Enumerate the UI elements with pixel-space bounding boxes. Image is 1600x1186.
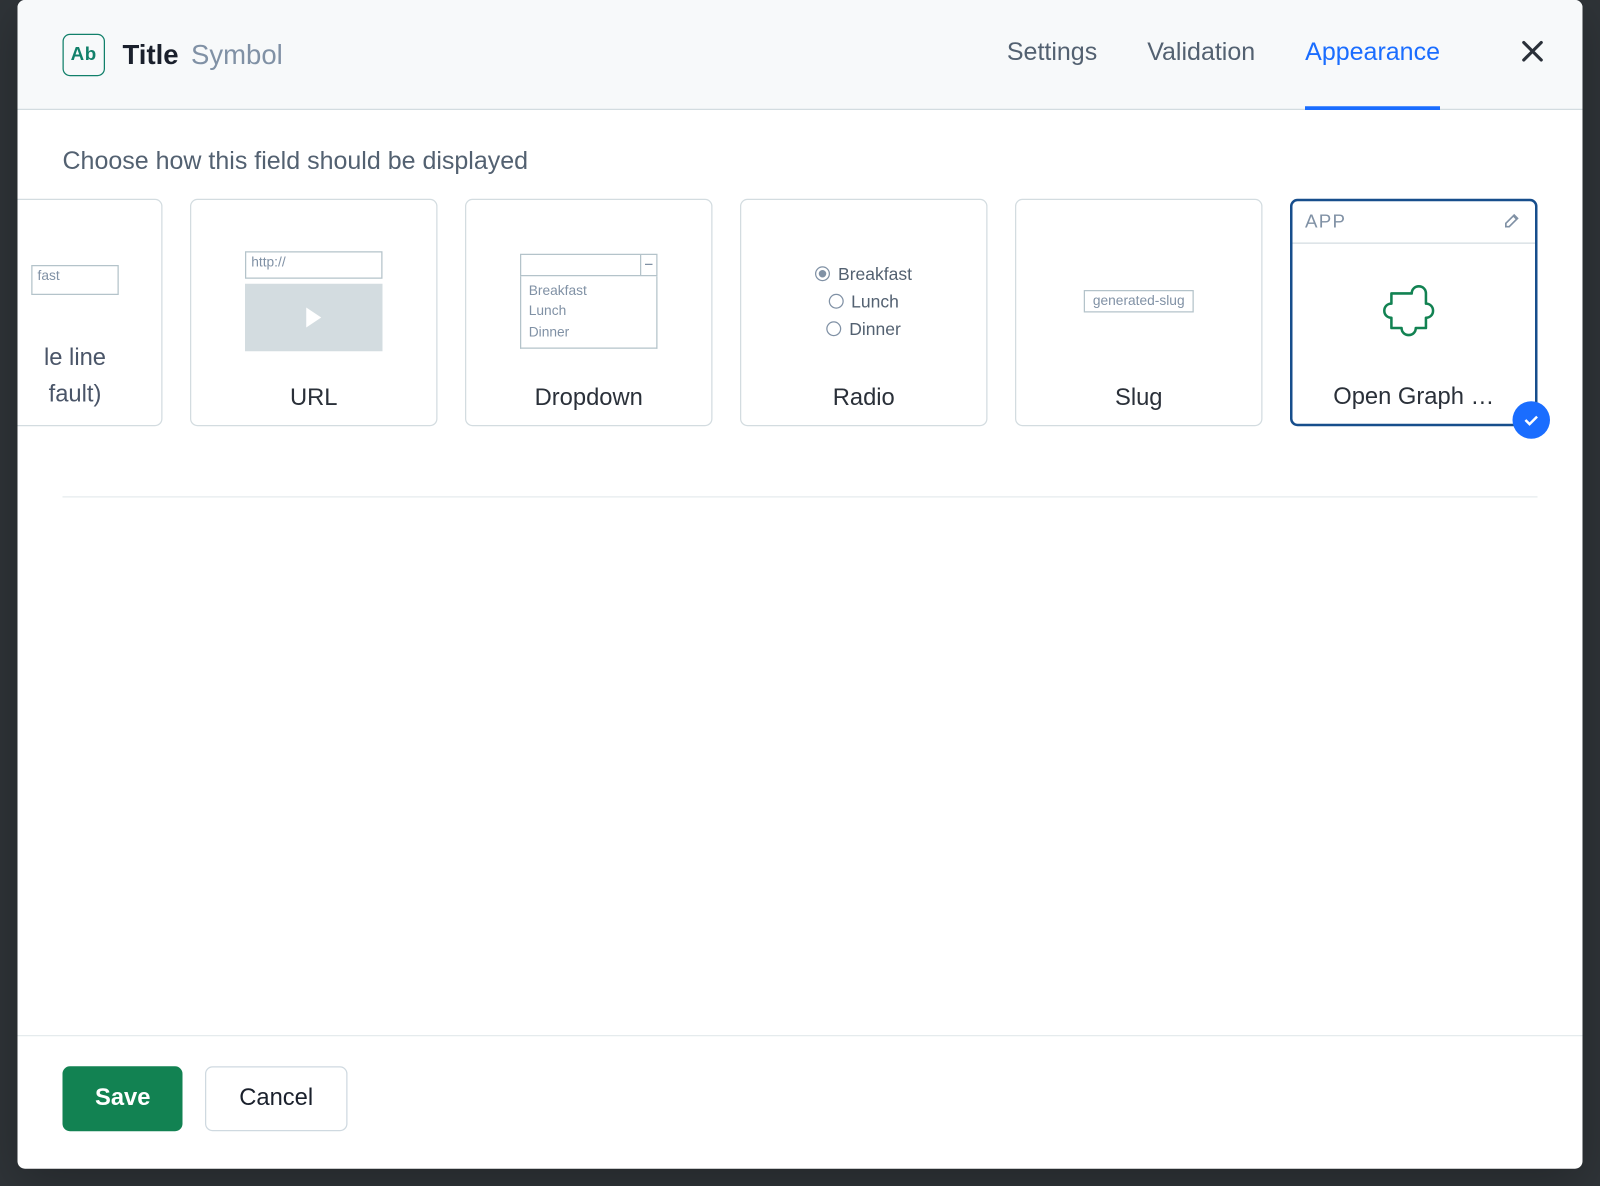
preview-option: Lunch bbox=[529, 302, 649, 323]
option-url[interactable]: http:// URL bbox=[190, 199, 438, 427]
preview-slug-text: generated-slug bbox=[1084, 290, 1193, 313]
preview-select bbox=[520, 253, 658, 276]
preview-option: Lunch bbox=[851, 291, 899, 311]
option-label: Open Graph … bbox=[1333, 384, 1494, 412]
option-single-line[interactable]: fast le line fault) bbox=[18, 199, 163, 427]
puzzle-icon bbox=[1381, 281, 1446, 346]
option-radio[interactable]: Breakfast Lunch Dinner Radio bbox=[740, 199, 988, 427]
radio-dot-icon bbox=[829, 294, 844, 309]
cancel-button[interactable]: Cancel bbox=[205, 1066, 346, 1131]
divider bbox=[63, 496, 1538, 497]
modal-footer: Save Cancel bbox=[18, 1035, 1583, 1169]
tab-settings[interactable]: Settings bbox=[1007, 0, 1097, 109]
close-icon bbox=[1520, 38, 1545, 63]
option-dropdown[interactable]: Breakfast Lunch Dinner Dropdown bbox=[465, 199, 713, 427]
preview-dropdown: Breakfast Lunch Dinner bbox=[479, 218, 699, 386]
preview-single-line: fast bbox=[18, 218, 149, 342]
preview-option: Breakfast bbox=[838, 264, 912, 284]
option-label: Slug bbox=[1115, 385, 1163, 413]
modal-header: Ab Title Symbol Settings Validation Appe… bbox=[18, 0, 1583, 110]
tabs: Settings Validation Appearance bbox=[1007, 0, 1553, 109]
appearance-options: fast le line fault) http:// URL bbox=[18, 199, 1538, 427]
preview-slug: generated-slug bbox=[1029, 218, 1249, 386]
app-badge-header: APP bbox=[1293, 201, 1536, 244]
preview-options: Breakfast Lunch Dinner bbox=[520, 276, 658, 349]
option-open-graph[interactable]: APP Open Graph … bbox=[1290, 199, 1538, 427]
modal-body: Choose how this field should be displaye… bbox=[18, 110, 1583, 1035]
tab-appearance[interactable]: Appearance bbox=[1305, 0, 1440, 109]
field-type-icon: Ab bbox=[63, 33, 106, 76]
play-icon bbox=[245, 284, 383, 352]
option-label-part2: fault) bbox=[49, 381, 102, 407]
option-label: URL bbox=[290, 385, 338, 413]
section-label: Choose how this field should be displaye… bbox=[63, 148, 1538, 177]
option-label: Radio bbox=[833, 385, 895, 413]
save-button[interactable]: Save bbox=[63, 1066, 183, 1131]
preview-radio: Breakfast Lunch Dinner bbox=[754, 218, 974, 386]
radio-dot-icon bbox=[816, 266, 831, 281]
selected-check-icon bbox=[1513, 401, 1551, 439]
option-label-part1: le line bbox=[44, 345, 106, 371]
option-label: Dropdown bbox=[535, 385, 643, 413]
option-label: le line fault) bbox=[44, 341, 106, 412]
preview-option: Dinner bbox=[529, 322, 649, 343]
preview-url-bar: http:// bbox=[245, 251, 383, 279]
edit-icon[interactable] bbox=[1503, 209, 1523, 234]
preview-option: Breakfast bbox=[529, 281, 649, 302]
field-title: Title bbox=[123, 38, 179, 71]
close-button[interactable] bbox=[1513, 38, 1553, 71]
tab-validation[interactable]: Validation bbox=[1147, 0, 1255, 109]
preview-text-input: fast bbox=[31, 264, 119, 294]
preview-app bbox=[1305, 244, 1523, 384]
preview-option: Dinner bbox=[849, 319, 901, 339]
field-editor-modal: Ab Title Symbol Settings Validation Appe… bbox=[18, 0, 1583, 1169]
app-badge: APP bbox=[1305, 211, 1346, 232]
preview-url: http:// bbox=[204, 218, 424, 386]
field-type-label: Symbol bbox=[191, 38, 283, 71]
radio-dot-icon bbox=[827, 321, 842, 336]
option-slug[interactable]: generated-slug Slug bbox=[1015, 199, 1263, 427]
